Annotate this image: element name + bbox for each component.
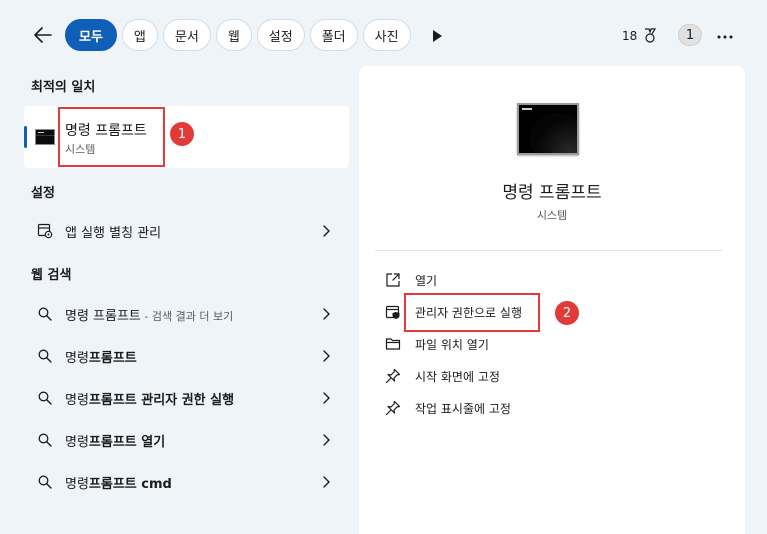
web-search-item[interactable]: 명령프롬프트 cmd (24, 462, 349, 502)
rewards-points[interactable]: 18 (622, 28, 658, 44)
web-search-label: 명령프롬프트 관리자 권한 실행 (65, 393, 235, 408)
more-filters-button[interactable] (432, 27, 442, 46)
web-search-item[interactable]: 명령 프롬프트 - 검색 결과 더 보기 (24, 294, 349, 334)
tab-photos[interactable]: 사진 (362, 19, 411, 51)
web-search-label: 명령프롬프트 열기 (65, 435, 166, 450)
action-label: 작업 표시줄에 고정 (415, 402, 511, 416)
action-label: 시작 화면에 고정 (415, 370, 500, 384)
back-button[interactable] (30, 22, 56, 48)
pin-icon (385, 368, 401, 384)
open-icon (386, 273, 400, 287)
web-search-item[interactable]: 명령프롬프트 열기 (24, 420, 349, 460)
detail-title: 명령 프롬프트 (502, 183, 602, 203)
tab-documents[interactable]: 문서 (162, 19, 211, 51)
highlight-box-1 (58, 107, 165, 167)
action-label: 파일 위치 열기 (415, 338, 489, 352)
selection-indicator (24, 126, 27, 148)
search-icon (38, 307, 52, 321)
web-search-label: 명령 프롬프트 - 검색 결과 더 보기 (65, 309, 234, 324)
search-icon (38, 433, 52, 447)
chevron-right-icon (323, 350, 330, 362)
chevron-right-icon (323, 476, 330, 488)
action-open[interactable]: 열기 (385, 267, 585, 293)
detail-subtitle: 시스템 (536, 209, 568, 222)
search-icon (38, 391, 52, 405)
folder-icon (385, 338, 401, 350)
medal-icon (645, 28, 657, 43)
admin-shield-icon (385, 305, 400, 319)
filter-tabs: 모두 앱 문서 웹 설정 폴더 사진 (65, 19, 411, 51)
search-icon (38, 475, 52, 489)
pin-icon (385, 400, 401, 416)
search-icon (38, 349, 52, 363)
play-icon (433, 30, 442, 42)
chevron-right-icon (323, 434, 330, 446)
more-options-button[interactable] (717, 24, 733, 43)
arrow-left-icon (34, 27, 52, 43)
points-count: 18 (622, 29, 638, 43)
tab-web[interactable]: 웹 (215, 19, 252, 51)
action-pin-to-start[interactable]: 시작 화면에 고정 (385, 363, 585, 389)
web-search-item[interactable]: 명령프롬프트 (24, 336, 349, 376)
settings-item-label: 앱 실행 별칭 관리 (65, 226, 162, 241)
tab-all[interactable]: 모두 (65, 19, 117, 51)
divider (375, 250, 722, 251)
command-prompt-icon (35, 129, 55, 145)
action-label: 열기 (415, 274, 438, 288)
command-prompt-large-icon (517, 103, 579, 155)
highlight-box-2 (404, 293, 540, 332)
action-pin-to-taskbar[interactable]: 작업 표시줄에 고정 (385, 395, 585, 421)
section-web-search: 웹 검색 (31, 268, 72, 283)
chevron-right-icon (323, 308, 330, 320)
search-filter-bar: 모두 앱 문서 웹 설정 폴더 사진 18 1 (0, 0, 767, 64)
web-search-item[interactable]: 명령프롬프트 관리자 권한 실행 (24, 378, 349, 418)
more-dots-icon (717, 35, 733, 39)
section-settings: 설정 (31, 186, 55, 201)
account-badge[interactable]: 1 (678, 24, 702, 46)
tab-settings[interactable]: 설정 (256, 19, 305, 51)
step-marker-2: 2 (555, 301, 579, 325)
tab-apps[interactable]: 앱 (121, 19, 158, 51)
chevron-right-icon (323, 225, 330, 237)
action-open-file-location[interactable]: 파일 위치 열기 (385, 331, 585, 357)
web-search-label: 명령프롬프트 cmd (65, 477, 172, 492)
chevron-right-icon (323, 392, 330, 404)
web-search-label: 명령프롬프트 (65, 351, 137, 366)
tab-folders[interactable]: 폴더 (309, 19, 358, 51)
step-marker-1: 1 (170, 122, 194, 146)
settings-item-app-alias[interactable]: 앱 실행 별칭 관리 (24, 211, 349, 251)
section-best-match: 최적의 일치 (31, 80, 96, 95)
app-settings-icon (37, 223, 53, 239)
